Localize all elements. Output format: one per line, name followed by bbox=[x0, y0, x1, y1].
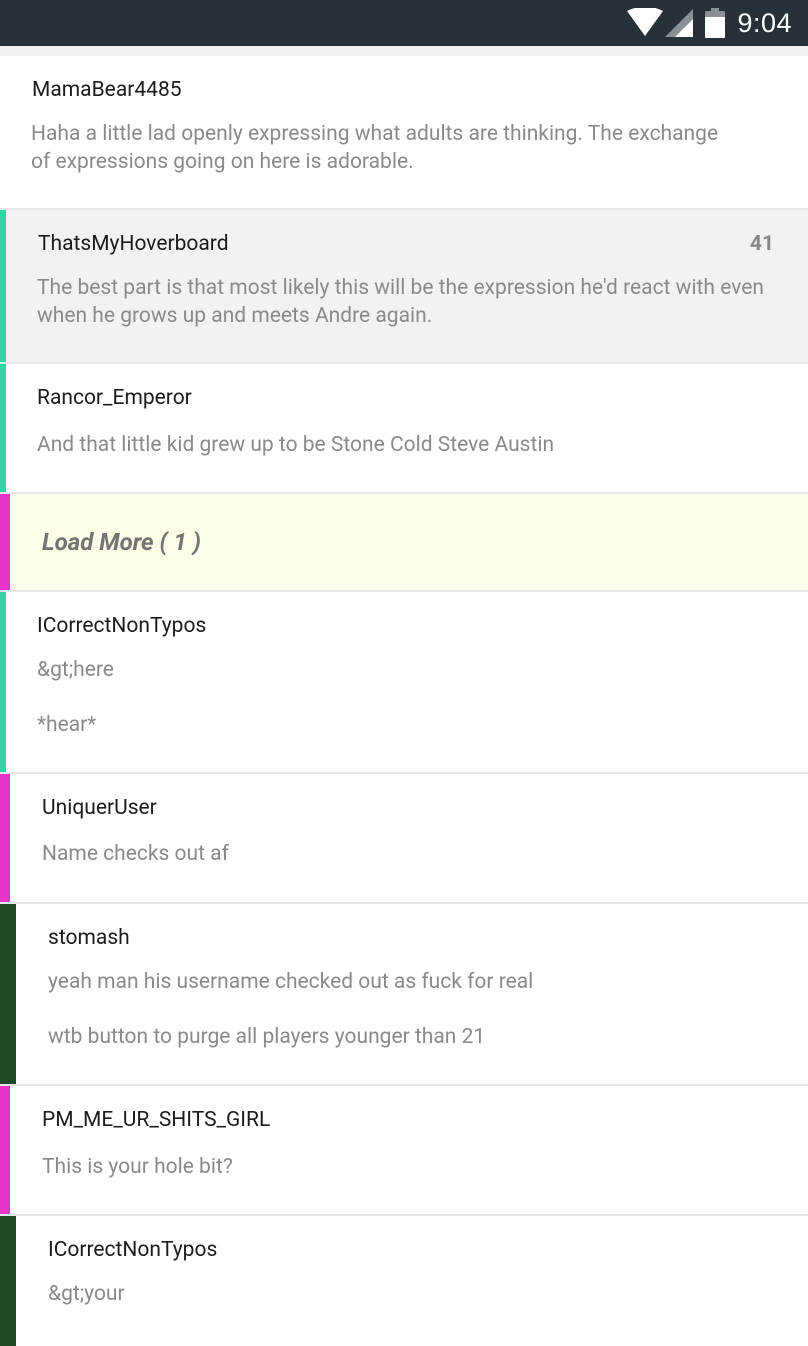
comment-body: Name checks out af bbox=[42, 842, 229, 866]
comment-item[interactable]: UniquerUser Name checks out af bbox=[0, 774, 808, 904]
load-more-label: Load More ( 1 ) bbox=[42, 528, 201, 556]
comment-item[interactable]: Rancor_Emperor And that little kid grew … bbox=[0, 364, 808, 494]
comment-item[interactable]: ICorrectNonTypos &gt;your bbox=[0, 1216, 808, 1346]
comment-author[interactable]: PM_ME_UR_SHITS_GIRL bbox=[42, 1108, 270, 1132]
comment-author[interactable]: UniquerUser bbox=[42, 796, 157, 820]
load-more-button[interactable]: Load More ( 1 ) bbox=[0, 494, 808, 592]
depth-indicator bbox=[0, 592, 6, 772]
divider bbox=[0, 46, 808, 56]
comment-body-line: yeah man his username checked out as fuc… bbox=[48, 970, 534, 994]
comment-body: And that little kid grew up to be Stone … bbox=[37, 433, 555, 457]
depth-indicator bbox=[0, 1086, 10, 1214]
signal-icon bbox=[665, 9, 694, 37]
comment-body: Haha a little lad openly expressing what… bbox=[31, 122, 719, 174]
comment-author[interactable]: MamaBear4485 bbox=[32, 78, 182, 102]
comment-body: The best part is that most likely this w… bbox=[37, 276, 764, 328]
score-count: 41 bbox=[749, 232, 774, 256]
comment-body-line: *hear* bbox=[37, 713, 97, 737]
comment-author[interactable]: Rancor_Emperor bbox=[37, 386, 192, 410]
depth-indicator bbox=[0, 494, 10, 590]
comment-author[interactable]: ThatsMyHoverboard bbox=[38, 232, 229, 256]
comment-item[interactable]: stomash yeah man his username checked ou… bbox=[0, 904, 808, 1086]
battery-icon bbox=[705, 8, 726, 38]
status-bar: 9:04 bbox=[0, 0, 808, 46]
comment-body: This is your hole bit? bbox=[42, 1155, 233, 1179]
depth-indicator bbox=[0, 364, 6, 492]
comment-list[interactable]: MamaBear4485 Haha a little lad openly ex… bbox=[0, 56, 808, 1346]
comment-item[interactable]: ThatsMyHoverboard 41 The best part is th… bbox=[0, 210, 808, 364]
comment-author[interactable]: ICorrectNonTypos bbox=[48, 1238, 217, 1262]
comment-author[interactable]: stomash bbox=[48, 926, 130, 950]
depth-indicator bbox=[0, 210, 6, 362]
comment-body-line: wtb button to purge all players younger … bbox=[48, 1025, 486, 1049]
wifi-icon bbox=[627, 8, 664, 38]
comment-item[interactable]: PM_ME_UR_SHITS_GIRL This is your hole bi… bbox=[0, 1086, 808, 1216]
comment-item[interactable]: ICorrectNonTypos &gt;here *hear* bbox=[0, 592, 808, 774]
depth-indicator bbox=[0, 774, 10, 902]
depth-indicator bbox=[0, 1216, 16, 1346]
comment-author[interactable]: ICorrectNonTypos bbox=[37, 614, 206, 638]
comment-item[interactable]: MamaBear4485 Haha a little lad openly ex… bbox=[0, 56, 808, 210]
clock: 9:04 bbox=[737, 7, 792, 38]
comment-body-line: &gt;here bbox=[37, 658, 114, 682]
comment-body: &gt;your bbox=[48, 1282, 125, 1306]
depth-indicator bbox=[0, 904, 16, 1084]
